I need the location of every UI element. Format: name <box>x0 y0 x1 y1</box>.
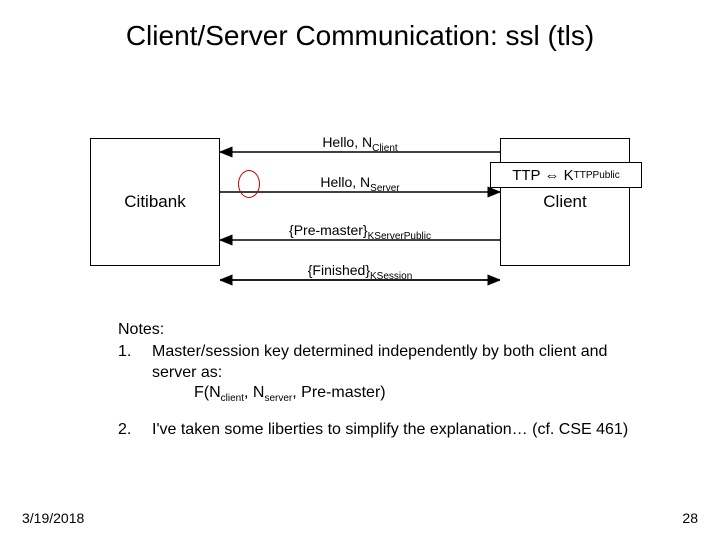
note-2-body: I've taken some liberties to simplify th… <box>152 420 638 440</box>
server-box: Citibank <box>90 138 220 266</box>
note-1-num: 1. <box>118 342 152 406</box>
note-1-body: Master/session key determined independen… <box>152 342 638 406</box>
notes-heading: Notes: <box>118 320 638 340</box>
slide-title: Client/Server Communication: ssl (tls) <box>0 20 720 52</box>
footer-date: 3/19/2018 <box>22 510 84 526</box>
notes-section: Notes: 1. Master/session key determined … <box>118 320 638 455</box>
ttp-mapping-box: TTP ⇔ KTTPPublic <box>490 162 642 188</box>
msg1-hello-client: Hello, NClient <box>220 134 500 154</box>
msg2-hello-server: Hello, NServer <box>220 174 500 194</box>
note-2: 2. I've taken some liberties to simplify… <box>118 420 638 440</box>
client-box: Client <box>500 138 630 266</box>
msg4-finished: {Finished}KSession <box>220 262 500 282</box>
msg3-premaster: {Pre-master}KServerPublic <box>220 222 500 242</box>
note-1: 1. Master/session key determined indepen… <box>118 342 638 406</box>
note-2-num: 2. <box>118 420 152 440</box>
ssl-diagram: Citibank Client TTP ⇔ KTTPPublic Hello, … <box>90 100 630 300</box>
footer-page-number: 28 <box>682 510 698 526</box>
